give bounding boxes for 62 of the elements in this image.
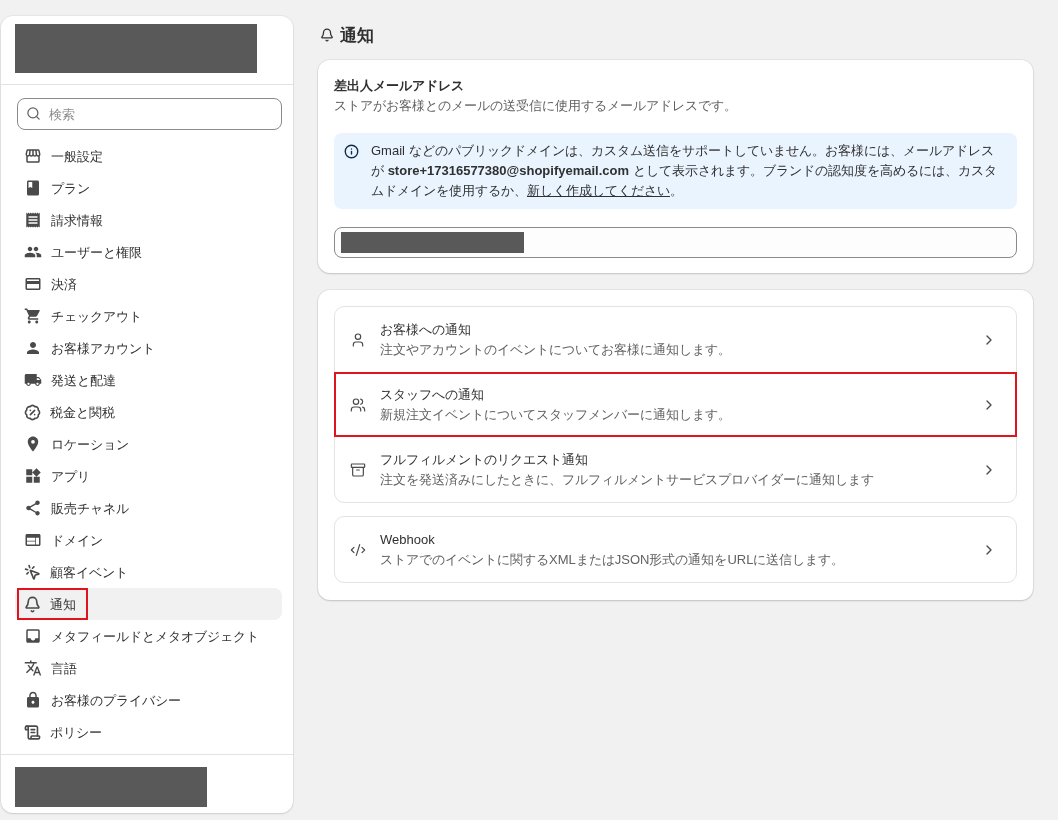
page-title: 通知 <box>340 26 374 44</box>
item-description: 注文を発送済みにしたときに、フルフィルメントサービスプロバイダーに通知します <box>380 470 875 489</box>
sidebar-item[interactable]: 請求情報 <box>15 204 282 236</box>
sidebar-item[interactable]: ポリシー <box>15 716 282 748</box>
bell-icon <box>24 595 41 613</box>
notification-item[interactable]: スタッフへの通知 新規注文イベントについてスタッフメンバーに通知します。 <box>334 372 1017 437</box>
scroll-icon <box>24 723 41 741</box>
cart-icon <box>24 307 42 325</box>
sidebar-item[interactable]: アプリ <box>15 460 282 492</box>
translate-icon <box>24 659 42 677</box>
item-description: ストアでのイベントに関するXMLまたはJSON形式の通知をURLに送信します。 <box>380 550 846 569</box>
sidebar-item[interactable]: プラン <box>15 172 282 204</box>
lock-icon <box>24 691 42 709</box>
cursor-click-icon <box>24 563 41 581</box>
people-icon <box>350 396 366 413</box>
person-icon <box>24 339 42 357</box>
info-icon <box>344 144 359 159</box>
sidebar-item[interactable]: チェックアウト <box>15 300 282 332</box>
browser-window-icon <box>24 531 42 549</box>
sidebar-item[interactable]: ユーザーと権限 <box>15 236 282 268</box>
receipt-icon <box>24 211 42 229</box>
item-title: スタッフへの通知 <box>380 385 485 404</box>
sidebar-item[interactable]: ロケーション <box>15 428 282 460</box>
email-field[interactable] <box>334 227 1017 258</box>
tray-icon <box>24 627 42 645</box>
sidebar-item[interactable]: 通知 <box>15 588 282 620</box>
card-title: 差出人メールアドレス <box>334 77 465 95</box>
item-title: Webhook <box>380 530 436 549</box>
sidebar-item[interactable]: 一般設定 <box>15 140 282 172</box>
item-description: 注文やアカウントのイベントについてお客様に通知します。 <box>380 340 732 359</box>
sidebar-item[interactable]: 税金と関税 <box>15 396 282 428</box>
sidebar-item[interactable]: お客様のプライバシー <box>15 684 282 716</box>
sidebar-item[interactable]: 言語 <box>15 652 282 684</box>
person-icon <box>350 331 366 348</box>
book-icon <box>24 179 42 197</box>
sidebar-item[interactable]: 発送と配達 <box>15 364 282 396</box>
info-message: Gmail などのパブリックドメインは、カスタム送信をサポートしていません。お客様には、メールアドレスが store+17316577380@shopifyemail.com として表示されます。ブランドの認知度を高めるには、カスタムドメインを使用するか、新しく作成してください。 <box>371 142 998 200</box>
notification-item[interactable]: お客様への通知 注文やアカウントのイベントについてお客様に通知します。 <box>334 307 1017 372</box>
sidebar-item[interactable]: お客様アカウント <box>15 332 282 364</box>
card-icon <box>24 275 42 293</box>
widgets-icon <box>24 467 42 485</box>
item-description: 新規注文イベントについてスタッフメンバーに通知します。 <box>380 405 732 424</box>
notification-item[interactable]: Webhook ストアでのイベントに関するXMLまたはJSON形式の通知をURLに送信します。 <box>334 517 1017 582</box>
sidebar-item[interactable]: 顧客イベント <box>15 556 282 588</box>
store-icon <box>24 147 42 165</box>
sidebar-item[interactable]: ドメイン <box>15 524 282 556</box>
bell-icon <box>320 28 334 42</box>
truck-icon <box>24 371 42 389</box>
item-title: お客様への通知 <box>380 320 472 339</box>
search-field[interactable]: 検索 <box>17 98 282 130</box>
sidebar-item[interactable]: メタフィールドとメタオブジェクト <box>15 620 282 652</box>
search-icon <box>26 106 41 121</box>
box-icon <box>350 461 366 478</box>
sidebar-item[interactable]: 決済 <box>15 268 282 300</box>
card-description: ストアがお客様とのメールの送受信に使用するメールアドレスです。 <box>334 97 738 115</box>
share-icon <box>24 499 42 517</box>
sidebar-item[interactable]: 販売チャネル <box>15 492 282 524</box>
code-icon <box>350 541 366 558</box>
create-link[interactable]: 新しく作成してください <box>527 183 670 198</box>
notification-item[interactable]: フルフィルメントのリクエスト通知 注文を発送済みにしたときに、フルフィルメントサービスプロバイダーに通知します <box>334 437 1017 502</box>
percent-badge-icon <box>24 403 41 421</box>
item-title: フルフィルメントのリクエスト通知 <box>380 450 589 469</box>
